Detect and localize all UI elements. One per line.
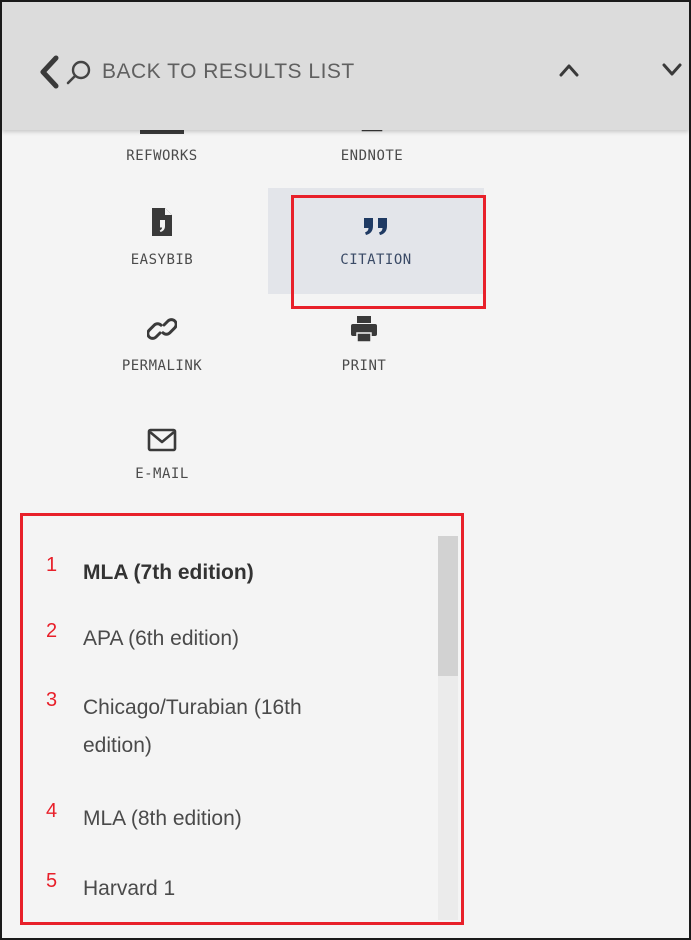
chevron-up-icon: [558, 63, 580, 82]
chevron-down-icon: [661, 63, 683, 82]
chevron-left-icon: [38, 52, 64, 92]
citation-number: 3: [46, 689, 58, 711]
back-to-results-label: BACK TO RESULTS LIST: [102, 60, 355, 83]
envelope-icon: [72, 412, 252, 452]
email-action[interactable]: E-MAIL: [72, 412, 252, 482]
refworks-label: REFWORKS: [126, 148, 198, 164]
citation-number: 4: [46, 800, 58, 822]
search-icon: [66, 52, 94, 92]
citation-number: 5: [46, 870, 58, 892]
citation-style-label: APA (6th edition): [83, 627, 240, 650]
citation-highlight-box: [291, 195, 486, 309]
citation-style-label: Harvard 1: [83, 877, 176, 900]
citation-list-scrollbar[interactable]: [438, 536, 458, 920]
citation-number: 2: [46, 620, 58, 642]
printer-icon: [274, 304, 454, 344]
citation-style-harvard1[interactable]: 5 Harvard 1: [24, 870, 424, 916]
next-result-button[interactable]: [652, 52, 689, 92]
results-nav-bar: BACK TO RESULTS LIST: [2, 2, 689, 130]
permalink-label: PERMALINK: [121, 358, 203, 374]
document-icon: [72, 198, 252, 238]
print-action[interactable]: PRINT: [274, 304, 454, 374]
email-label: E-MAIL: [135, 466, 189, 482]
citation-style-apa6[interactable]: 2 APA (6th edition): [24, 620, 424, 666]
scrollbar-thumb[interactable]: [438, 536, 458, 676]
citation-style-mla8[interactable]: 4 MLA (8th edition): [24, 800, 424, 846]
back-to-results-link[interactable]: BACK TO RESULTS LIST: [38, 52, 355, 92]
citation-style-label: MLA (8th edition): [83, 807, 242, 830]
easybib-action[interactable]: EASYBIB: [72, 198, 252, 268]
citation-number: 1: [46, 554, 58, 576]
easybib-label: EASYBIB: [130, 252, 194, 268]
citation-style-label: MLA (7th edition): [83, 561, 254, 584]
print-label: PRINT: [341, 358, 387, 374]
citation-styles-list: 1 MLA (7th edition) 2 APA (6th edition) …: [24, 516, 461, 922]
citation-style-mla7[interactable]: 1 MLA (7th edition): [24, 550, 424, 596]
citation-style-chicago16[interactable]: 3 Chicago/Turabian (16th edition): [24, 689, 424, 773]
previous-result-button[interactable]: [549, 52, 589, 92]
citation-style-label: Chicago/Turabian (16th edition): [83, 696, 302, 757]
link-icon: [72, 304, 252, 344]
endnote-label: ENDNOTE: [340, 148, 404, 164]
permalink-action[interactable]: PERMALINK: [72, 304, 252, 374]
citation-panel: BACK TO RESULTS LIST REFWORKS ENDNOTE EA…: [0, 0, 691, 940]
